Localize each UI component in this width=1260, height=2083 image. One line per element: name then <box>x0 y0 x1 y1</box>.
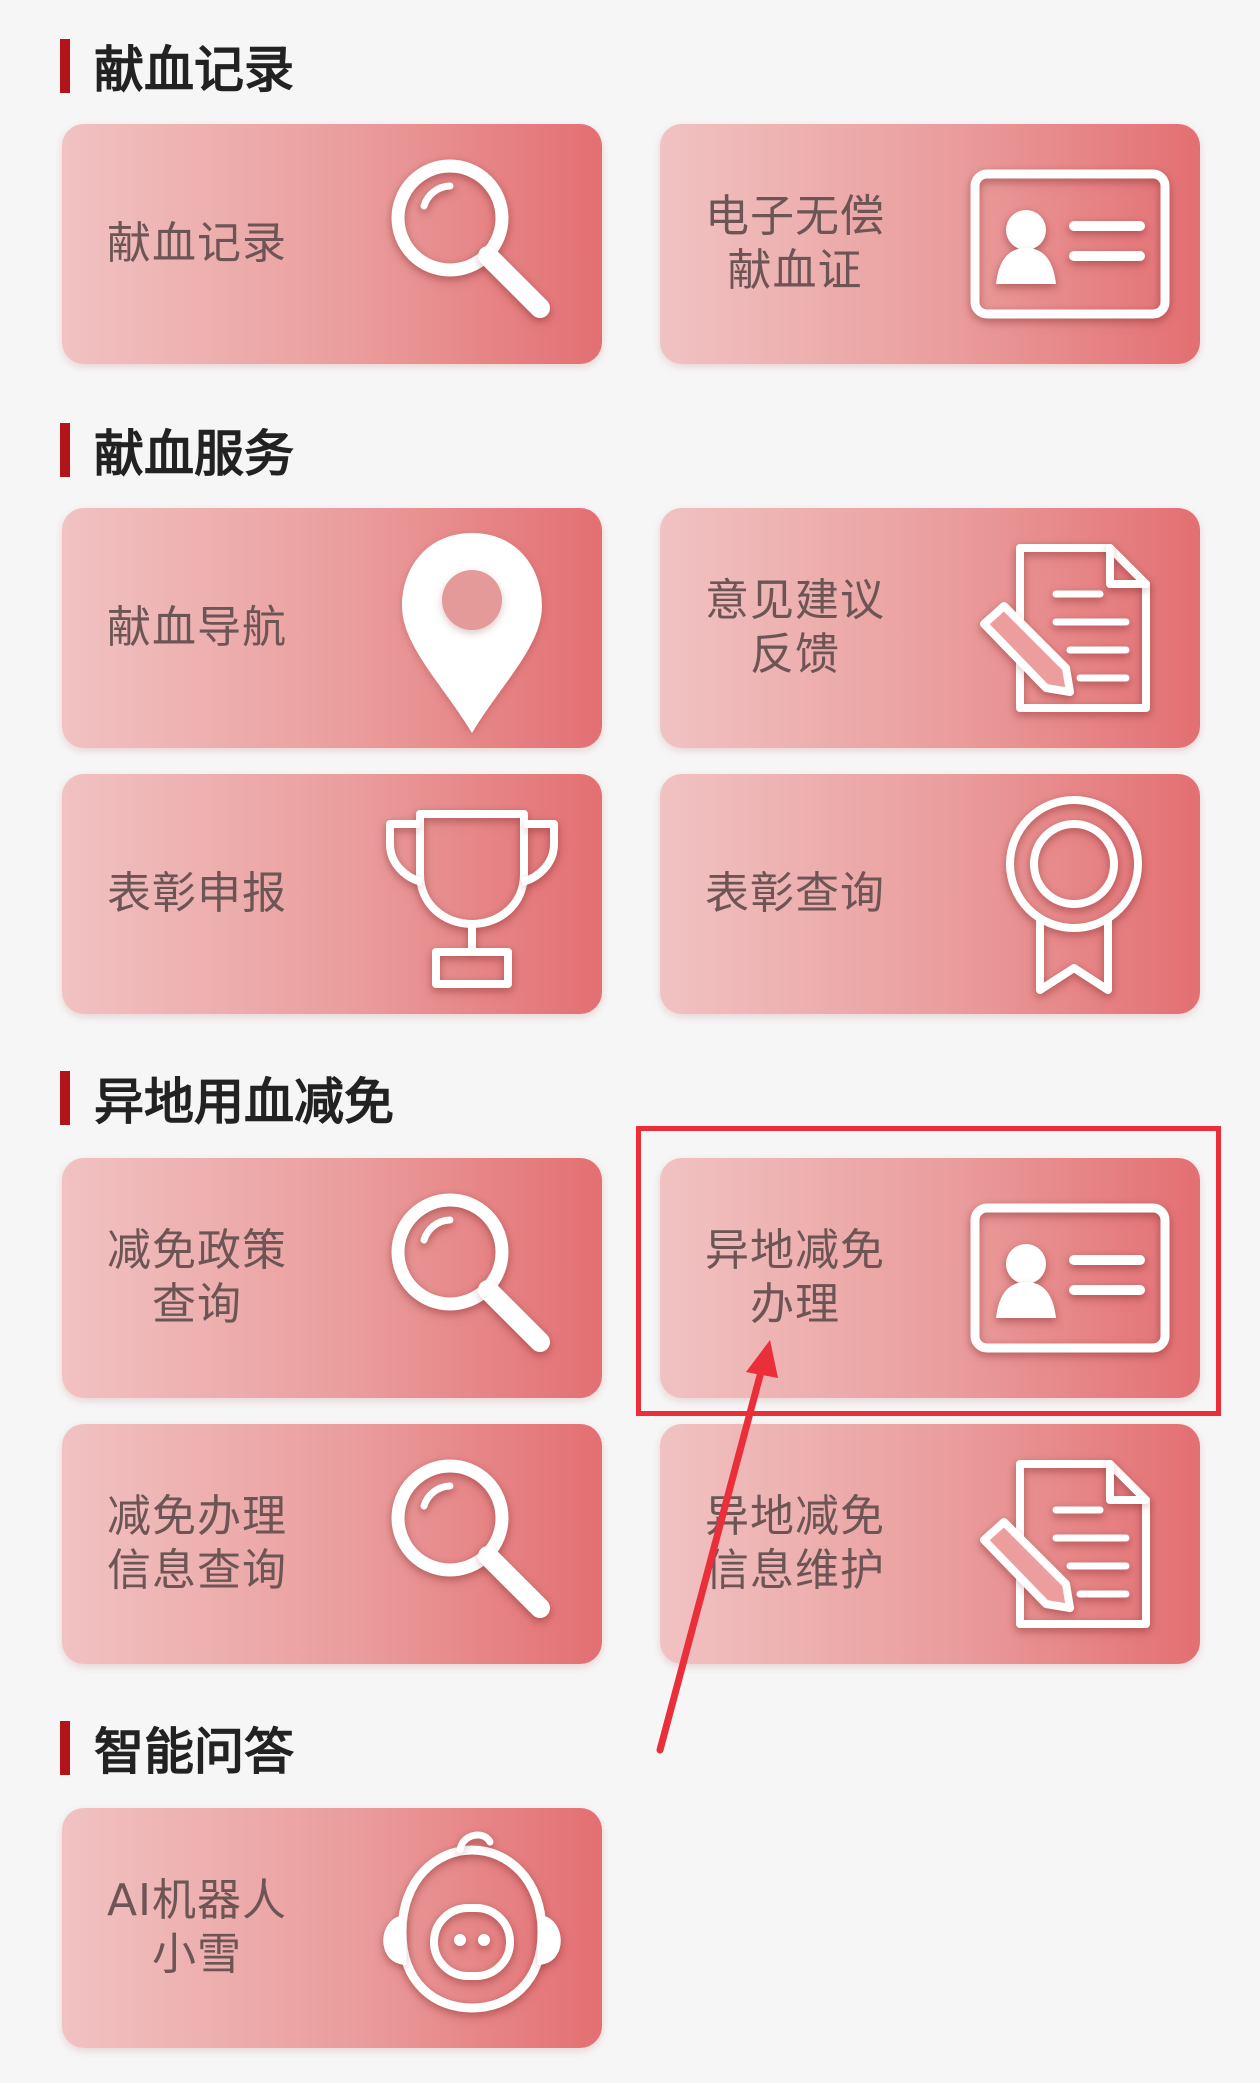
tile-feedback[interactable]: 意见建议 反馈 <box>660 508 1200 748</box>
robot-icon <box>372 1828 572 2028</box>
location-pin-icon <box>372 528 572 733</box>
tile-label: 表彰查询 <box>705 868 885 919</box>
tile-label: 意见建议 反馈 <box>705 575 885 680</box>
tile-remote-info-maintain[interactable]: 异地减免 信息维护 <box>660 1424 1200 1664</box>
section-accent-bar <box>60 39 70 93</box>
tile-commendation-query[interactable]: 表彰查询 <box>660 774 1200 1014</box>
section-accent-bar <box>60 1721 70 1775</box>
highlight-box <box>636 1126 1221 1416</box>
tile-blood-record[interactable]: 献血记录 <box>62 124 602 364</box>
section-title-text: 智能问答 <box>94 1723 294 1781</box>
tile-label: 献血导航 <box>107 602 287 653</box>
tile-apply-info-query[interactable]: 减免办理 信息查询 <box>62 1424 602 1664</box>
section-title-blood-record: 献血记录 <box>60 36 294 99</box>
trophy-icon <box>372 794 572 994</box>
document-edit-icon <box>970 1444 1170 1644</box>
id-card-icon <box>970 144 1170 344</box>
search-icon <box>372 1444 572 1644</box>
tile-label: 减免办理 信息查询 <box>107 1491 287 1596</box>
tile-ai-robot[interactable]: AI机器人 小雪 <box>62 1808 602 2048</box>
medal-ribbon-icon <box>970 794 1170 994</box>
search-icon <box>372 1178 572 1378</box>
tile-label: 电子无偿 献血证 <box>705 191 885 296</box>
tile-navigation[interactable]: 献血导航 <box>62 508 602 748</box>
tile-label: 异地减免 信息维护 <box>705 1491 885 1596</box>
section-title-smart-qa: 智能问答 <box>60 1718 294 1781</box>
tile-label: 表彰申报 <box>107 868 287 919</box>
tile-e-certificate[interactable]: 电子无偿 献血证 <box>660 124 1200 364</box>
section-accent-bar <box>60 1071 70 1125</box>
tile-label: 献血记录 <box>107 218 287 269</box>
tile-policy-query[interactable]: 减免政策 查询 <box>62 1158 602 1398</box>
search-icon <box>372 144 572 344</box>
section-title-remote-exemption: 异地用血减免 <box>60 1068 394 1131</box>
document-edit-icon <box>970 528 1170 728</box>
section-title-text: 献血服务 <box>94 425 294 483</box>
section-title-blood-service: 献血服务 <box>60 420 294 483</box>
section-title-text: 异地用血减免 <box>94 1073 394 1131</box>
section-accent-bar <box>60 423 70 477</box>
tile-label: 减免政策 查询 <box>107 1225 287 1330</box>
section-title-text: 献血记录 <box>94 41 294 99</box>
tile-commendation-apply[interactable]: 表彰申报 <box>62 774 602 1014</box>
tile-label: AI机器人 小雪 <box>106 1875 288 1980</box>
